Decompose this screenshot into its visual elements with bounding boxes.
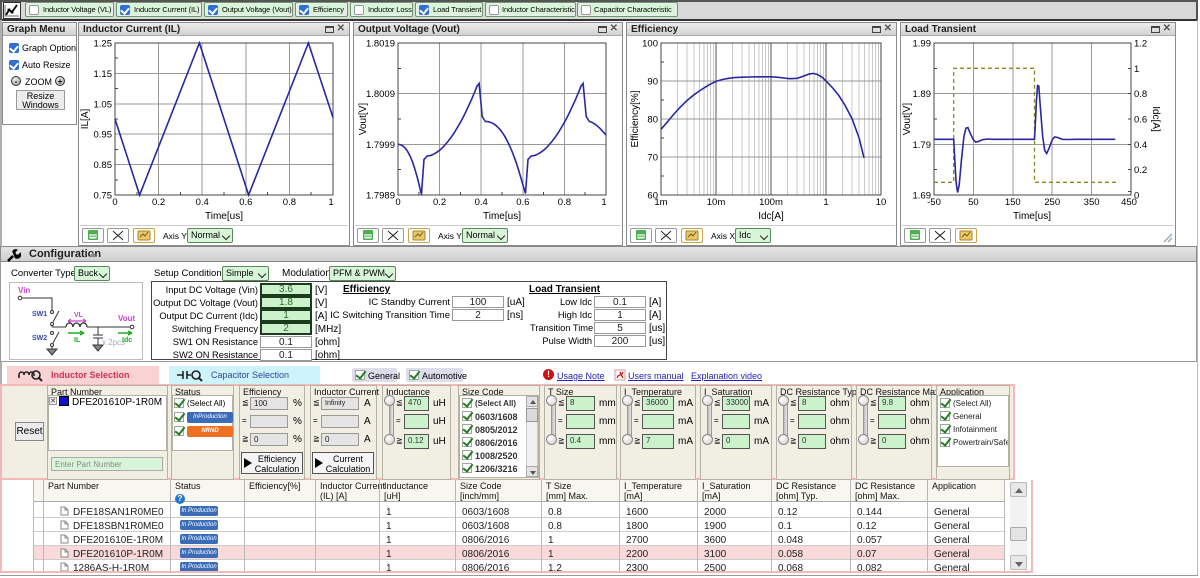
svg-text:250: 250 — [1044, 197, 1060, 208]
svg-text:0.4: 0.4 — [196, 197, 209, 208]
svg-text:1.89: 1.89 — [913, 89, 932, 100]
svg-text:0: 0 — [395, 197, 400, 208]
svg-text:1.7989: 1.7989 — [366, 191, 395, 202]
svg-text:Idc[A]: Idc[A] — [1150, 106, 1161, 132]
svg-text:1.99: 1.99 — [913, 39, 932, 50]
svg-text:Idc[A]: Idc[A] — [758, 211, 784, 222]
svg-text:1.7999: 1.7999 — [366, 140, 395, 151]
svg-text:1.2: 1.2 — [1134, 39, 1147, 50]
svg-text:10m: 10m — [707, 197, 726, 208]
svg-text:350: 350 — [1084, 197, 1100, 208]
svg-text:Vout[V]: Vout[V] — [902, 103, 913, 135]
svg-text:IL[A]: IL[A] — [80, 109, 91, 130]
svg-text:Vout[V]: Vout[V] — [358, 103, 369, 135]
svg-text:0.85: 0.85 — [94, 160, 113, 171]
svg-text:Time[us]: Time[us] — [205, 211, 243, 222]
svg-text:0.2: 0.2 — [152, 197, 165, 208]
svg-text:0.75: 0.75 — [94, 191, 113, 202]
svg-text:0.95: 0.95 — [94, 130, 113, 141]
svg-text:450: 450 — [1121, 197, 1137, 208]
svg-text:150: 150 — [1005, 197, 1021, 208]
svg-text:0.2: 0.2 — [1134, 165, 1147, 176]
svg-text:SW2: SW2 — [32, 335, 47, 342]
svg-text:-50: -50 — [927, 197, 941, 208]
svg-text:x 2pcs: x 2pcs — [102, 338, 125, 347]
svg-text:1: 1 — [328, 197, 333, 208]
svg-text:0.4: 0.4 — [475, 197, 488, 208]
svg-text:1.15: 1.15 — [94, 69, 113, 80]
svg-text:Vin: Vin — [18, 286, 30, 295]
svg-text:0.6: 0.6 — [516, 197, 529, 208]
svg-text:0: 0 — [112, 197, 117, 208]
svg-text:10: 10 — [876, 197, 887, 208]
svg-text:IL: IL — [74, 337, 81, 344]
svg-text:Efficiency[%]: Efficiency[%] — [630, 90, 641, 147]
svg-text:Time[us]: Time[us] — [1013, 211, 1051, 222]
svg-text:80: 80 — [647, 115, 658, 126]
svg-text:1.25: 1.25 — [94, 39, 113, 50]
svg-text:0.6: 0.6 — [1134, 115, 1147, 126]
svg-text:0.6: 0.6 — [239, 197, 252, 208]
svg-text:100: 100 — [642, 39, 658, 50]
svg-text:100m: 100m — [759, 197, 783, 208]
svg-text:1.8019: 1.8019 — [366, 39, 395, 50]
svg-text:0.8: 0.8 — [283, 197, 296, 208]
svg-text:0.4: 0.4 — [1134, 140, 1147, 151]
svg-text:1: 1 — [601, 197, 606, 208]
svg-text:Vout: Vout — [118, 314, 136, 323]
svg-text:1.79: 1.79 — [913, 140, 932, 151]
svg-text:1.05: 1.05 — [94, 99, 113, 110]
svg-text:1: 1 — [823, 197, 828, 208]
svg-text:50: 50 — [968, 197, 979, 208]
svg-text:0.8: 0.8 — [1134, 89, 1147, 100]
svg-text:1.8009: 1.8009 — [366, 89, 395, 100]
svg-text:70: 70 — [647, 153, 658, 164]
svg-text:VL: VL — [74, 312, 84, 319]
svg-text:Time[us]: Time[us] — [483, 211, 521, 222]
svg-text:1m: 1m — [654, 197, 667, 208]
svg-text:1: 1 — [1134, 64, 1139, 75]
svg-text:SW1: SW1 — [32, 311, 47, 318]
svg-text:0.2: 0.2 — [433, 197, 446, 208]
svg-text:90: 90 — [647, 77, 658, 88]
svg-text:0.8: 0.8 — [558, 197, 571, 208]
